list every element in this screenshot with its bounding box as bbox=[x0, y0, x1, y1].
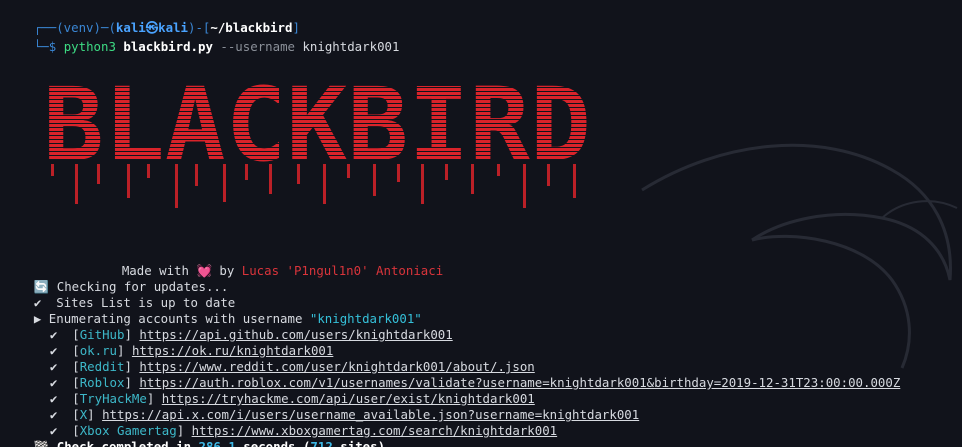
result-row: ✔ [GitHub] https://api.github.com/users/… bbox=[49, 327, 453, 342]
command-program: python3 bbox=[63, 39, 116, 54]
summary-middle: seconds ( bbox=[235, 439, 311, 447]
summary-seconds: 286.1 bbox=[198, 439, 236, 447]
status-sites: ✔ Sites List is up to date bbox=[4, 279, 235, 310]
summary-suffix: sites) bbox=[332, 439, 386, 447]
result-row: ✔ [Reddit] https://www.reddit.com/user/k… bbox=[49, 359, 535, 374]
command-script: blackbird.py bbox=[123, 39, 213, 54]
result-row: ✔ [TryHackMe] https://tryhackme.com/api/… bbox=[49, 391, 535, 406]
finish-flag-icon: 🏁 bbox=[33, 439, 50, 447]
prompt-line: ┌──(venv)─(kali㉿kali)-[~/blackbird] bbox=[4, 4, 300, 35]
status-enumerating: ▶ Enumerating accounts with username "kn… bbox=[4, 295, 422, 326]
summary-sites: 712 bbox=[310, 439, 333, 447]
prompt-dollar: └─$ bbox=[33, 39, 57, 54]
blackbird-banner: BLACKBIRD bbox=[43, 66, 591, 208]
summary-line: 🏁 Check completed in 286.1 seconds (712 … bbox=[4, 423, 385, 447]
credits-line: Made with 💓 by Lucas 'P1ngul1n0' Antonia… bbox=[92, 247, 443, 278]
status-updates: 🔄 Checking for updates... bbox=[4, 263, 228, 294]
kali-dragon-watermark bbox=[641, 143, 958, 369]
credits-author: Lucas 'P1ngul1n0' Antoniaci bbox=[241, 263, 444, 278]
banner-text: BLACKBIRD bbox=[43, 66, 591, 185]
command-flag: --username bbox=[220, 39, 295, 54]
result-row: ✔ [Xbox Gamertag] https://www.xboxgamert… bbox=[49, 423, 558, 438]
result-row: ✔ [X] https://api.x.com/i/users/username… bbox=[49, 407, 640, 422]
terminal-window: ┌──(venv)─(kali㉿kali)-[~/blackbird] └─$ … bbox=[0, 0, 962, 447]
command-line[interactable]: └─$ python3 blackbird.py --username knig… bbox=[4, 23, 400, 54]
result-row: ✔ [Roblox] https://auth.roblox.com/v1/us… bbox=[49, 375, 901, 390]
summary-prefix: Check completed in bbox=[56, 439, 199, 447]
command-argument: knightdark001 bbox=[302, 39, 400, 54]
result-row: ✔ [ok.ru] https://ok.ru/knightdark001 bbox=[49, 343, 334, 358]
